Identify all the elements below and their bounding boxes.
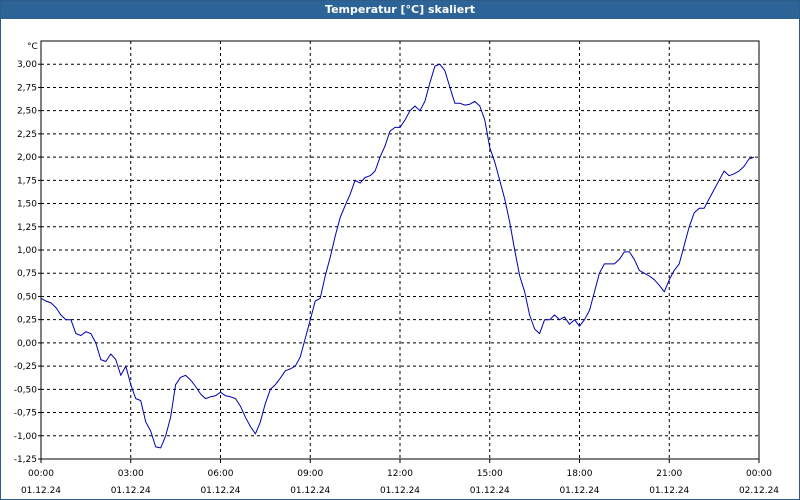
x-tick-time-label: 15:00 [477, 469, 503, 479]
y-tick-label: 1,25 [17, 223, 37, 233]
y-tick-label: 0,25 [17, 316, 37, 326]
y-tick-label: 3,00 [17, 60, 37, 70]
temperature-chart: 3,00 2,75 2,50 2,25 2,00 1,75 1,50 1,25 1,00 0,75… [14, 40, 780, 496]
x-tick-time-label: 09:00 [297, 469, 323, 479]
chart-window: Temperatur [°C] skaliert 3,00 2,75 2,50 2,2… [0, 0, 800, 500]
x-tick-time-label: 21:00 [656, 469, 682, 479]
y-tick-label: -1,00 [14, 432, 38, 442]
y-tick-label: 2,00 [17, 153, 37, 163]
series-layer [40, 63, 755, 449]
x-tick-time-label: 06:00 [208, 469, 234, 479]
x-tick-date-label: 01.12.24 [200, 486, 240, 496]
x-tick-date-label: 01.12.24 [470, 486, 510, 496]
grid [41, 41, 759, 459]
x-tick-time-label: 00:00 [746, 469, 772, 479]
y-tick-label: -0,50 [14, 385, 38, 395]
y-tick-label: 0,00 [17, 339, 37, 349]
y-axis-unit-label: °C [27, 42, 38, 52]
y-tick-label: 2,75 [17, 83, 37, 93]
axes [38, 40, 760, 463]
y-tick-label: 1,00 [17, 246, 37, 256]
y-tick-label: 2,50 [17, 107, 37, 117]
y-tick-label: 0,75 [17, 269, 37, 279]
x-tick-date-label: 01.12.24 [290, 486, 330, 496]
x-tick-time-label: 00:00 [28, 469, 54, 479]
series-line [40, 63, 755, 449]
x-tick-date-label: 01.12.24 [111, 486, 151, 496]
x-tick-date-label: 02.12.24 [739, 486, 779, 496]
x-tick-date-label: 01.12.24 [649, 486, 689, 496]
x-tick-date-label: 01.12.24 [559, 486, 599, 496]
x-tick-time-label: 03:00 [118, 469, 144, 479]
tick-labels: 3,00 2,75 2,50 2,25 2,00 1,75 1,50 1,25 1,00 0,75… [14, 60, 780, 496]
y-tick-label: 2,25 [17, 130, 37, 140]
y-tick-label: 1,75 [17, 176, 37, 186]
x-tick-date-label: 01.12.24 [380, 486, 420, 496]
x-tick-time-label: 12:00 [387, 469, 413, 479]
y-tick-label: 1,50 [17, 200, 37, 210]
y-tick-label: -1,25 [14, 455, 37, 465]
y-tick-label: -0,75 [14, 409, 37, 419]
x-tick-date-label: 01.12.24 [21, 486, 61, 496]
y-tick-label: 0,50 [17, 292, 37, 302]
x-tick-time-label: 18:00 [567, 469, 593, 479]
y-tick-label: -0,25 [14, 362, 37, 372]
